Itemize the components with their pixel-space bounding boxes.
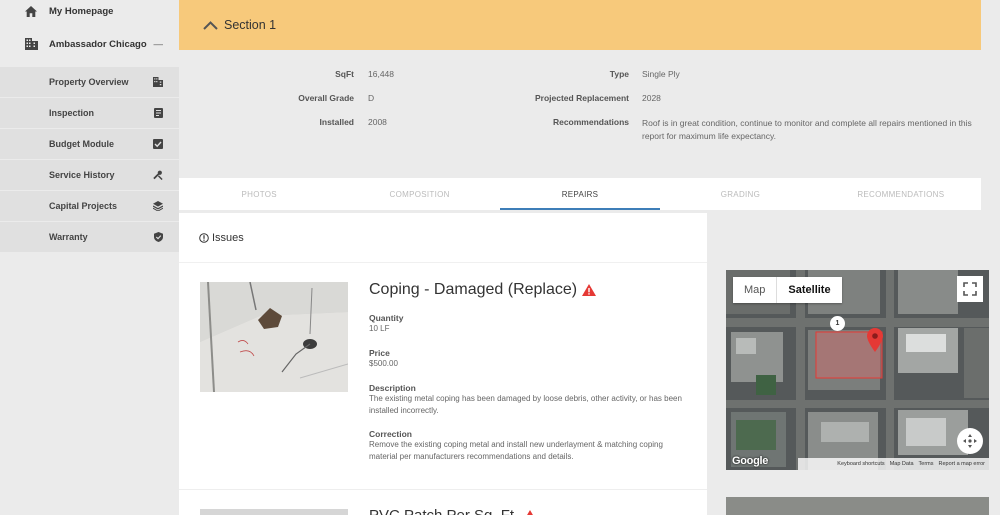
tab-bar: PHOTOS COMPOSITION REPAIRS GRADING RECOM…: [179, 178, 981, 210]
issue-title: PVC Patch Per Sq. Ft.: [369, 507, 537, 515]
map-button[interactable]: Map: [733, 277, 776, 303]
sidebar-item-capital-projects[interactable]: Capital Projects: [0, 190, 179, 221]
terms-link[interactable]: Terms: [919, 461, 934, 467]
type-label: Type: [609, 69, 629, 79]
sidebar: My Homepage Ambassador Chicago — Propert…: [0, 0, 179, 515]
building-icon: [24, 37, 38, 51]
map-type-control: Map Satellite: [733, 277, 842, 303]
tab-photos[interactable]: PHOTOS: [179, 178, 339, 210]
section-title: Section 1: [224, 18, 277, 32]
satellite-map[interactable]: Map Satellite 1 Google Keyboard shortcut…: [726, 270, 989, 470]
issue-photo[interactable]: [200, 282, 348, 392]
home-icon: [24, 4, 38, 18]
type-value: Single Ply: [642, 69, 680, 79]
sidebar-item-ambassador-chicago[interactable]: Ambassador Chicago —: [0, 22, 179, 66]
google-logo: Google: [732, 455, 769, 467]
collapse-toggle[interactable]: —: [154, 39, 164, 50]
main-content: Section 1 SqFt 16,448 Overall Grade D In…: [179, 0, 1000, 515]
cluster-marker[interactable]: 1: [830, 316, 845, 331]
correction-label: Correction: [369, 429, 412, 439]
issues-heading: Issues: [179, 213, 707, 263]
section-header[interactable]: Section 1: [179, 0, 981, 50]
shield-check-icon: [153, 232, 163, 242]
warning-icon: [582, 284, 597, 296]
installed-value: 2008: [368, 117, 387, 127]
tab-repairs[interactable]: REPAIRS: [499, 178, 661, 210]
clipboard-icon: [153, 108, 163, 118]
report-map-error-link[interactable]: Report a map error: [939, 461, 985, 467]
projected-replacement-label: Projected Replacement: [534, 93, 629, 103]
issues-panel: Issues Coping - Damaged (Replace) Quanti…: [179, 213, 707, 515]
building-small-icon: [153, 77, 163, 87]
tab-composition[interactable]: COMPOSITION: [339, 178, 499, 210]
description-value: The existing metal coping has been damag…: [369, 394, 682, 415]
sidebar-item-property-overview[interactable]: Property Overview: [0, 66, 179, 97]
issue-title: Coping - Damaged (Replace): [369, 281, 689, 299]
keyboard-shortcuts-link[interactable]: Keyboard shortcuts: [837, 461, 884, 467]
quantity-label: Quantity: [369, 313, 404, 323]
warning-icon: [523, 509, 537, 515]
chevron-up-icon[interactable]: [203, 20, 218, 30]
satellite-button[interactable]: Satellite: [776, 277, 841, 303]
sidebar-item-warranty[interactable]: Warranty: [0, 221, 179, 252]
locate-icon[interactable]: [957, 428, 983, 454]
sidebar-item-service-history[interactable]: Service History: [0, 159, 179, 190]
projected-replacement-value: 2028: [642, 93, 661, 103]
issue-details: Coping - Damaged (Replace) Quantity 10 L…: [369, 281, 689, 463]
checkbox-icon: [153, 139, 163, 149]
quantity-value: 10 LF: [369, 324, 390, 333]
sidebar-item-budget-module[interactable]: Budget Module: [0, 128, 179, 159]
sidebar-item-my-homepage[interactable]: My Homepage: [0, 0, 179, 22]
price-value: $500.00: [369, 359, 398, 368]
sqft-label: SqFt: [335, 69, 354, 79]
info-icon: [199, 232, 209, 243]
sidebar-item-inspection[interactable]: Inspection: [0, 97, 179, 128]
overall-grade-label: Overall Grade: [298, 93, 354, 103]
correction-value: Remove the existing coping metal and ins…: [369, 440, 663, 461]
layers-icon: [153, 201, 163, 211]
recommendations-value: Roof is in great condition, continue to …: [642, 118, 972, 141]
sqft-value: 16,448: [368, 69, 394, 79]
wrench-icon: [153, 170, 163, 180]
tab-grading[interactable]: GRADING: [660, 178, 820, 210]
issue-card: Coping - Damaged (Replace) Quantity 10 L…: [179, 263, 707, 490]
tab-recommendations[interactable]: RECOMMENDATIONS: [821, 178, 981, 210]
issue-photo[interactable]: [200, 509, 348, 515]
fullscreen-icon[interactable]: [957, 276, 983, 302]
overall-grade-value: D: [368, 93, 375, 103]
map-footer: Keyboard shortcuts Map Data Terms Report…: [798, 458, 989, 470]
sidebar-item-label: Ambassador Chicago: [49, 38, 147, 50]
description-label: Description: [369, 383, 416, 393]
satellite-map[interactable]: [726, 497, 989, 515]
installed-label: Installed: [319, 117, 354, 127]
map-pin-icon[interactable]: [867, 328, 883, 357]
map-data-link[interactable]: Map Data: [890, 461, 914, 467]
price-label: Price: [369, 348, 390, 358]
sidebar-item-label: My Homepage: [49, 5, 114, 17]
recommendations-label: Recommendations: [552, 117, 629, 127]
